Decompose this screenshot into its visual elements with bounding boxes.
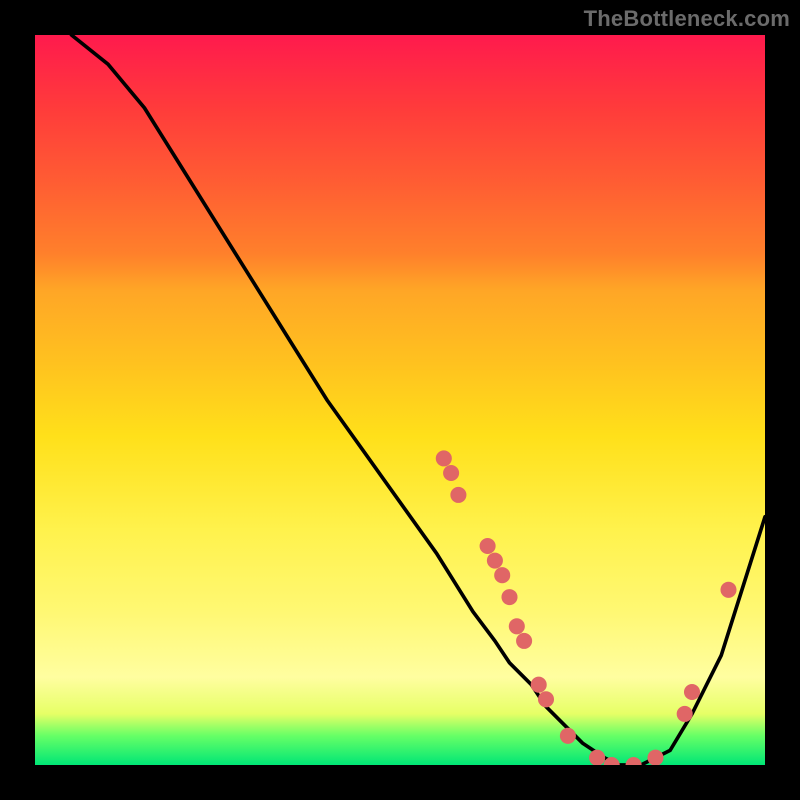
chart-frame: TheBottleneck.com <box>0 0 800 800</box>
data-marker <box>494 567 510 583</box>
bottleneck-curve <box>35 35 765 765</box>
data-marker <box>450 487 466 503</box>
watermark-text: TheBottleneck.com <box>584 6 790 32</box>
data-marker <box>560 728 576 744</box>
data-marker <box>501 589 517 605</box>
data-markers <box>436 450 737 765</box>
plot-area <box>35 35 765 765</box>
curve-path <box>72 35 766 765</box>
data-marker <box>626 757 642 765</box>
data-marker <box>538 691 554 707</box>
data-marker <box>487 553 503 569</box>
data-marker <box>677 706 693 722</box>
data-marker <box>516 633 532 649</box>
data-marker <box>509 618 525 634</box>
data-marker <box>684 684 700 700</box>
data-marker <box>531 677 547 693</box>
data-marker <box>443 465 459 481</box>
data-marker <box>480 538 496 554</box>
data-marker <box>720 582 736 598</box>
data-marker <box>436 450 452 466</box>
data-marker <box>589 750 605 765</box>
data-marker <box>647 750 663 765</box>
